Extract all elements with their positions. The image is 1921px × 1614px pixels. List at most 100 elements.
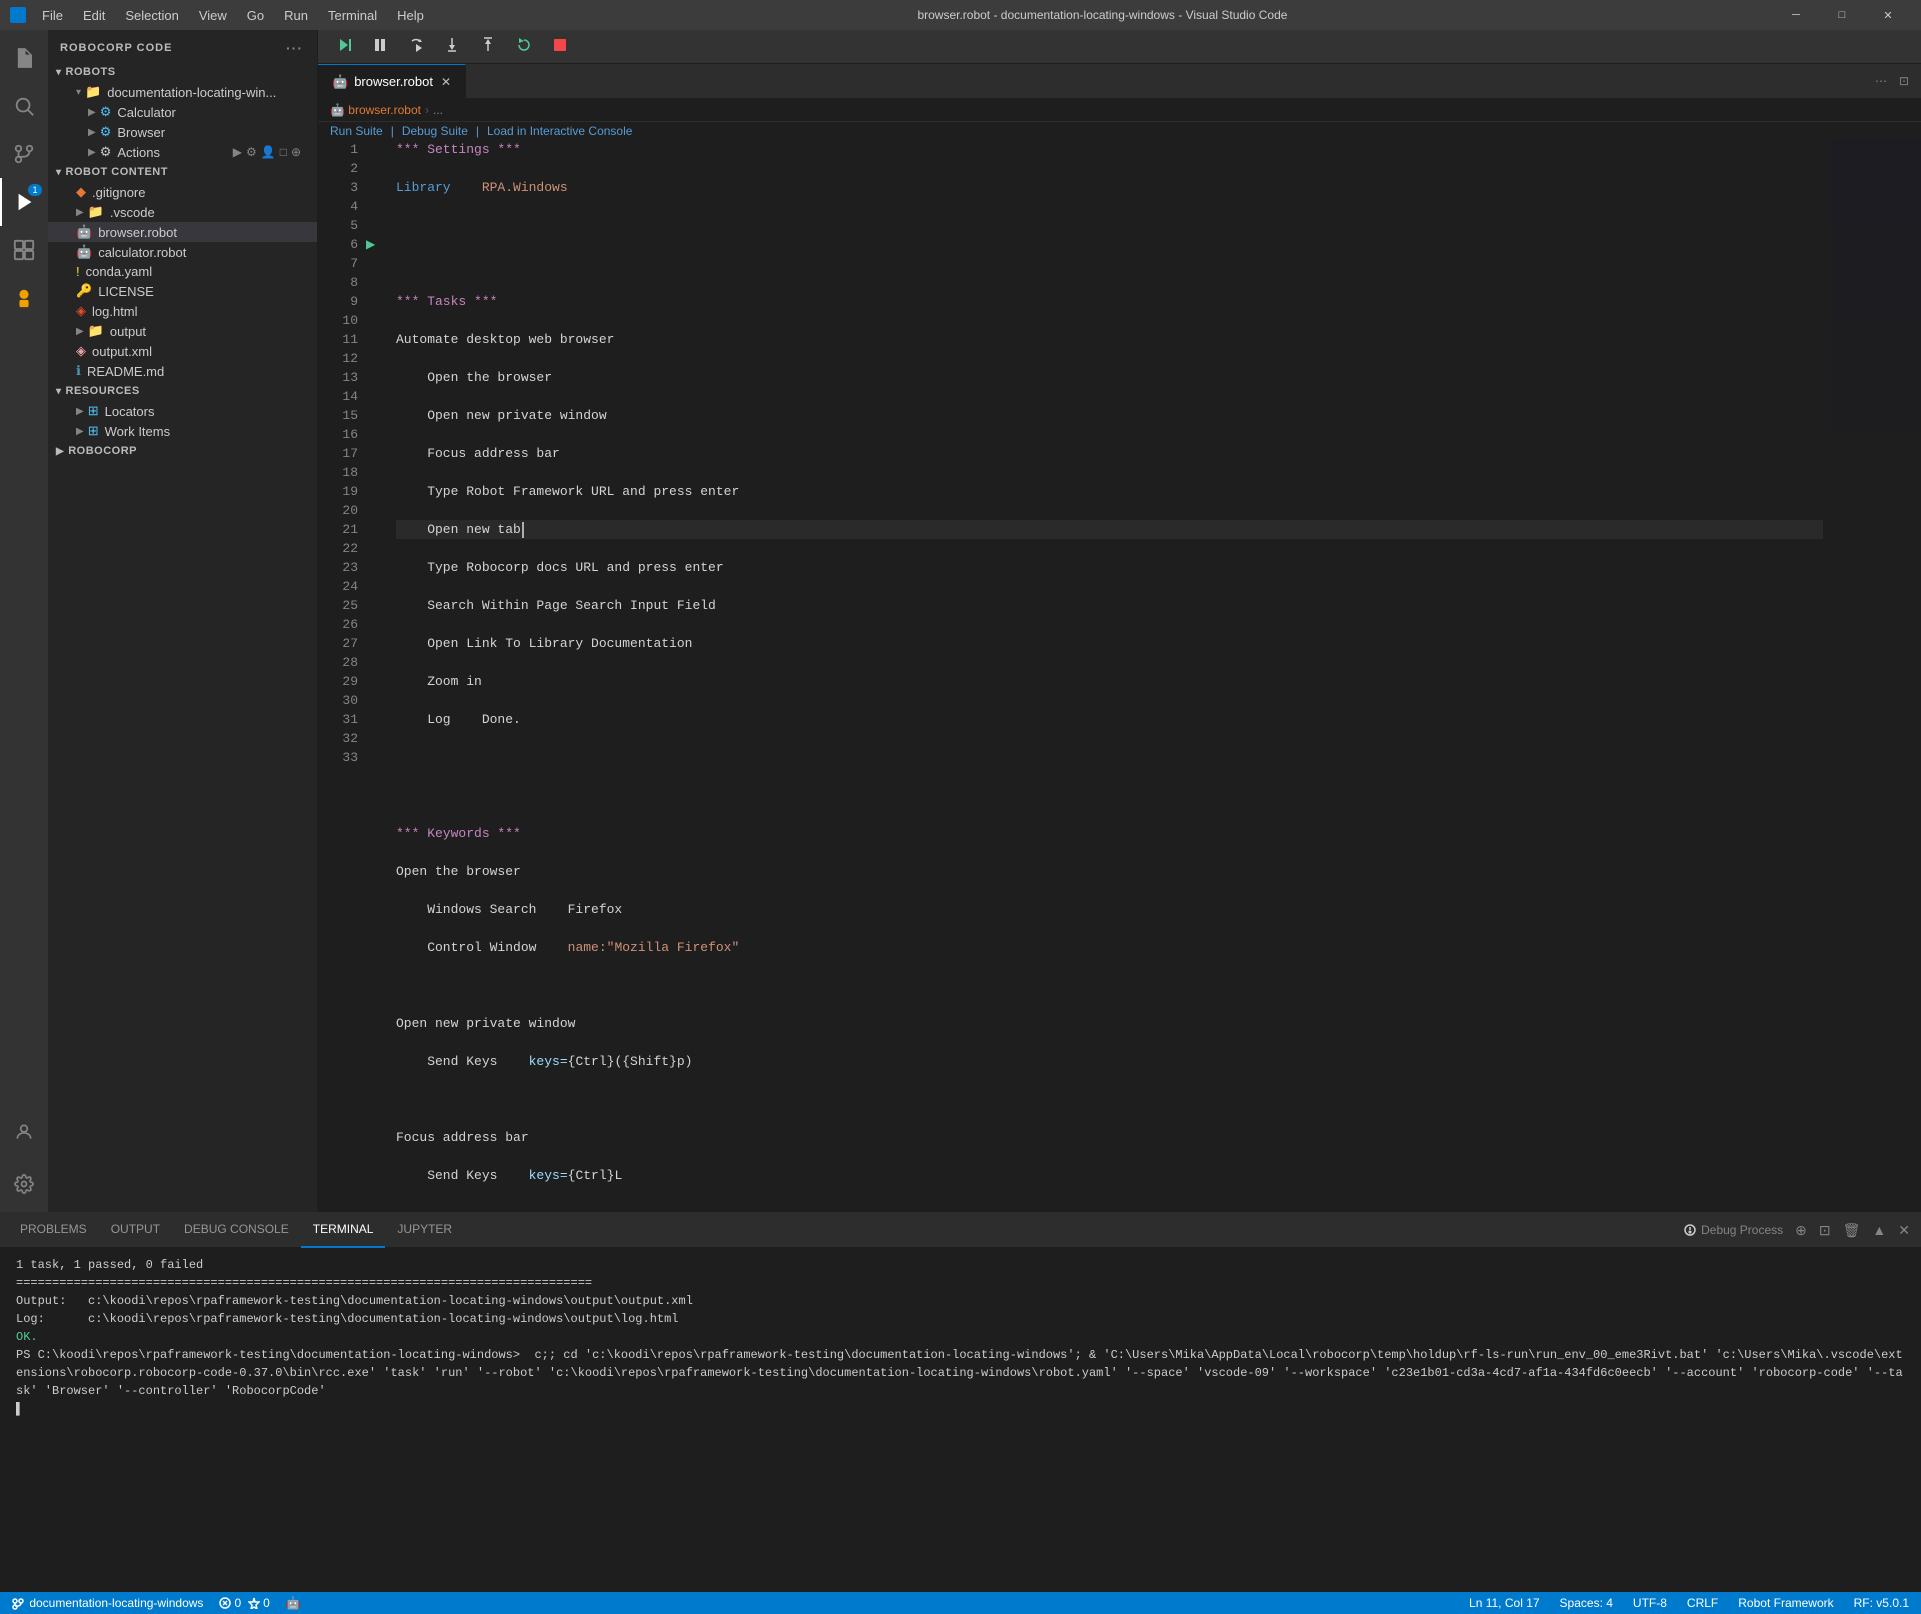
status-robot-icon[interactable]: 🤖 xyxy=(282,1596,305,1610)
activity-search[interactable] xyxy=(0,82,48,130)
activity-extensions[interactable] xyxy=(0,226,48,274)
action-icon-4[interactable]: □ xyxy=(280,145,287,159)
editor-content[interactable]: 12345 678910 1112131415 1617181920 21222… xyxy=(318,140,1921,1212)
tab-output[interactable]: OUTPUT xyxy=(99,1213,172,1248)
step-into-btn[interactable] xyxy=(438,34,466,59)
menu-bar: File Edit Selection View Go Run Terminal… xyxy=(34,6,432,25)
tree-browser-robot[interactable]: 🤖 browser.robot xyxy=(48,222,317,242)
continue-btn[interactable] xyxy=(330,34,358,59)
run-line6-btn[interactable]: ▶ xyxy=(366,235,388,254)
tab-browser-robot[interactable]: 🤖 browser.robot ✕ xyxy=(318,64,466,99)
tab-close-btn[interactable]: ✕ xyxy=(441,75,451,89)
tree-calculator-robot[interactable]: 🤖 calculator.robot xyxy=(48,242,317,262)
debug-process-btn[interactable]: Debug Process xyxy=(1680,1220,1786,1240)
panel-layout-btn[interactable]: ⊡ xyxy=(1816,1219,1834,1242)
step-over-btn[interactable] xyxy=(402,34,430,59)
tab-problems[interactable]: PROBLEMS xyxy=(8,1213,99,1248)
tree-readme[interactable]: ℹ README.md xyxy=(48,361,317,381)
menu-run[interactable]: Run xyxy=(276,6,316,25)
step-out-btn[interactable] xyxy=(474,34,502,59)
section-robots[interactable]: ▾ ROBOTS xyxy=(48,62,317,82)
tab-debug-console[interactable]: DEBUG CONSOLE xyxy=(172,1213,301,1248)
activity-account[interactable] xyxy=(0,1108,48,1156)
status-spaces[interactable]: Spaces: 4 xyxy=(1556,1596,1617,1610)
menu-view[interactable]: View xyxy=(191,6,235,25)
tree-output-xml[interactable]: ◈ output.xml xyxy=(48,341,317,361)
add-terminal-btn[interactable]: ⊕ xyxy=(1792,1219,1810,1242)
status-git[interactable]: documentation-locating-windows xyxy=(8,1596,207,1610)
menu-selection[interactable]: Selection xyxy=(117,6,186,25)
breadcrumb-file[interactable]: 🤖 browser.robot xyxy=(330,103,421,117)
tree-locators[interactable]: ▶ ⊞ Locators xyxy=(48,401,317,421)
action-icon-5[interactable]: ⊕ xyxy=(291,145,301,159)
sidebar-more-icon[interactable]: ··· xyxy=(284,38,305,58)
minimize-btn[interactable]: ─ xyxy=(1773,0,1819,30)
activity-explorer[interactable] xyxy=(0,34,48,82)
panel-content[interactable]: 1 task, 1 passed, 0 failed =============… xyxy=(0,1248,1921,1592)
debug-suite-link[interactable]: Debug Suite xyxy=(402,124,468,138)
tree-log-html[interactable]: ◈ log.html xyxy=(48,301,317,321)
tree-output-folder[interactable]: ▶ 📁 output xyxy=(48,321,317,341)
panel-close-btn[interactable]: ✕ xyxy=(1895,1219,1913,1242)
tab-bar: 🤖 browser.robot ✕ ⋯ ⊡ xyxy=(318,64,1921,99)
window-controls: ─ □ ✕ xyxy=(1773,0,1911,30)
calc-label: Calculator xyxy=(117,105,176,120)
terminal-line-log: Log: c:\koodi\repos\rpaframework-testing… xyxy=(16,1310,1905,1328)
work-items-label: Work Items xyxy=(105,424,171,439)
menu-go[interactable]: Go xyxy=(239,6,272,25)
menu-file[interactable]: File xyxy=(34,6,71,25)
section-resources[interactable]: ▾ RESOURCES xyxy=(48,381,317,401)
tab-layout-btn[interactable]: ⊡ xyxy=(1895,70,1913,92)
load-interactive-link[interactable]: Load in Interactive Console xyxy=(487,124,632,138)
run-suite-link[interactable]: Run Suite xyxy=(330,124,383,138)
panel-delete-btn[interactable]: 🗑 xyxy=(1840,1219,1864,1242)
action-icon-3[interactable]: 👤 xyxy=(261,145,276,159)
pause-btn[interactable] xyxy=(366,34,394,59)
stop-btn[interactable] xyxy=(546,34,574,59)
tree-conda-yaml[interactable]: ! conda.yaml xyxy=(48,262,317,281)
tab-jupyter[interactable]: JUPYTER xyxy=(385,1213,464,1248)
tree-gitignore[interactable]: ◆ .gitignore xyxy=(48,182,317,202)
tree-work-items[interactable]: ▶ ⊞ Work Items xyxy=(48,421,317,441)
breadcrumb-more[interactable]: ... xyxy=(433,103,443,117)
restart-btn[interactable] xyxy=(510,34,538,59)
tree-vscode[interactable]: ▶ 📁 .vscode xyxy=(48,202,317,222)
output-chevron: ▶ xyxy=(76,326,84,337)
gitignore-icon: ◆ xyxy=(76,184,86,200)
action-icon-2[interactable]: ⚙ xyxy=(246,145,257,159)
tree-calculator[interactable]: ▶ ⚙ Calculator xyxy=(48,102,317,122)
xml-icon: ◈ xyxy=(76,343,86,359)
tree-actions[interactable]: ▶ ⚙ Actions ▶ ⚙ 👤 □ ⊕ xyxy=(48,142,317,162)
maximize-btn[interactable]: □ xyxy=(1819,0,1865,30)
code-area[interactable]: *** Settings *** Library RPA.Windows ***… xyxy=(388,140,1831,1212)
action-icon-1[interactable]: ▶ xyxy=(233,145,242,159)
panel-maximize-btn[interactable]: ▲ xyxy=(1869,1219,1889,1241)
status-left: documentation-locating-windows 0 0 🤖 xyxy=(8,1596,305,1610)
output-folder-icon: 📁 xyxy=(88,323,104,339)
status-encoding[interactable]: UTF-8 xyxy=(1629,1596,1671,1610)
tree-license[interactable]: 🔑 LICENSE xyxy=(48,281,317,301)
activity-robocorp[interactable] xyxy=(0,274,48,322)
status-language[interactable]: Robot Framework xyxy=(1734,1596,1837,1610)
tree-documentation-project[interactable]: ▾ 📁 documentation-locating-win... xyxy=(48,82,317,102)
tab-split-btn[interactable]: ⋯ xyxy=(1871,70,1891,92)
section-robocorp[interactable]: ▶ ROBOCORP xyxy=(48,441,317,461)
app-icon xyxy=(10,7,26,23)
robots-chevron: ▾ xyxy=(56,67,62,78)
panel-actions: Debug Process ⊕ ⊡ 🗑 ▲ ✕ xyxy=(1680,1219,1913,1242)
title-bar: File Edit Selection View Go Run Terminal… xyxy=(0,0,1921,30)
tab-terminal[interactable]: TERMINAL xyxy=(301,1213,386,1248)
close-btn[interactable]: ✕ xyxy=(1865,0,1911,30)
status-rf-version[interactable]: RF: v5.0.1 xyxy=(1850,1596,1913,1610)
activity-git[interactable] xyxy=(0,130,48,178)
activity-settings[interactable] xyxy=(0,1160,48,1208)
menu-terminal[interactable]: Terminal xyxy=(320,6,385,25)
tree-browser[interactable]: ▶ ⚙ Browser xyxy=(48,122,317,142)
status-cursor[interactable]: Ln 11, Col 17 xyxy=(1465,1596,1544,1610)
status-eol[interactable]: CRLF xyxy=(1683,1596,1722,1610)
activity-debug[interactable]: 1 xyxy=(0,178,48,226)
section-robot-content[interactable]: ▾ ROBOT CONTENT xyxy=(48,162,317,182)
menu-help[interactable]: Help xyxy=(389,6,432,25)
menu-edit[interactable]: Edit xyxy=(75,6,113,25)
status-errors[interactable]: 0 0 xyxy=(215,1596,273,1610)
